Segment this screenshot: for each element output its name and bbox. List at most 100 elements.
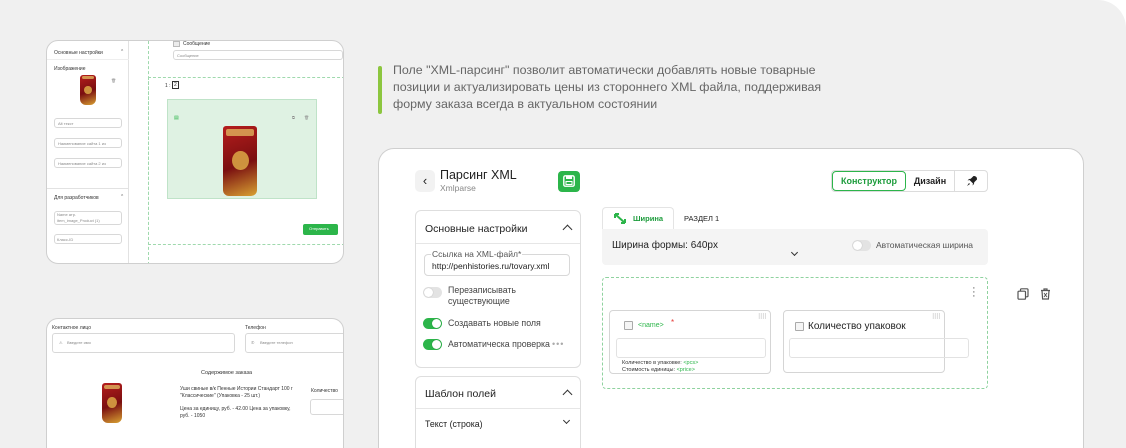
field-card-name[interactable]: ⠿⠿ <name> * Количество в упаковке: <pcs>… bbox=[609, 310, 771, 374]
thumb-input-3-placeholder: Наименование сайта 2 из bbox=[58, 161, 106, 166]
thumb-divider bbox=[47, 59, 129, 60]
more-dots-icon[interactable]: ••• bbox=[552, 339, 564, 349]
mode-switch: Конструктор Дизайн bbox=[831, 170, 988, 192]
page-subtitle: Xmlparse bbox=[440, 183, 476, 193]
tab-width[interactable]: Ширина bbox=[602, 207, 674, 229]
thumb2-contact-label: Контактное лицо bbox=[52, 325, 92, 331]
thumb-submit-label: Отправить bbox=[309, 226, 329, 231]
xml-url-value: http://penhistories.ru/tovary.xml bbox=[432, 261, 550, 271]
unit-price-value: <price> bbox=[676, 367, 695, 373]
kebab-menu-icon[interactable]: · · · bbox=[972, 283, 976, 302]
thumb2-qty-input bbox=[310, 399, 343, 415]
mode-constructor-button[interactable]: Конструктор bbox=[832, 171, 906, 191]
save-icon bbox=[563, 175, 575, 187]
preview-thumbnail-order: Контактное лицо ⚠ Введите имя Телефон ✆ … bbox=[46, 318, 344, 448]
thumb2-order-title: Содержимое заказа bbox=[201, 370, 253, 376]
form-width-bar: Ширина формы: 640px Автоматическая ширин… bbox=[602, 229, 988, 265]
required-mark: * bbox=[671, 318, 675, 327]
thumb-input-2-placeholder: Наименование сайта 1 из bbox=[58, 141, 106, 146]
thumb-dev-text-1: Name атр. bbox=[57, 212, 77, 217]
info-text: Поле "XML-парсинг" позволит автоматическ… bbox=[393, 63, 822, 111]
template-divider bbox=[416, 408, 580, 409]
template-card-title: Шаблон полей bbox=[425, 388, 496, 400]
pack-count-row: Количество в упаковке: <pcs> bbox=[622, 360, 698, 366]
auto-width-toggle[interactable] bbox=[852, 240, 871, 251]
drag-handle-icon[interactable]: ⠿⠿ bbox=[758, 313, 767, 321]
thumb-copy-icon: ⧉ bbox=[292, 115, 295, 120]
page-title: Парсинг XML bbox=[440, 168, 517, 182]
thumb-trash-icon-2: 🗑 bbox=[304, 115, 310, 120]
pack-count-value: <pcs> bbox=[683, 360, 699, 366]
auto-width-label: Автоматическая ширина bbox=[876, 240, 974, 250]
thumb2-product-image bbox=[102, 383, 122, 423]
thumb-message-placeholder: Сообщение bbox=[177, 53, 199, 58]
thumb-message-label: Сообщение bbox=[183, 41, 211, 47]
thumb-pager-value: 2 bbox=[172, 81, 179, 89]
thumb-pager-label: 1 : bbox=[165, 83, 171, 89]
image-icon bbox=[624, 321, 633, 330]
field-card-qty[interactable]: ⠿⠿ Количество упаковок bbox=[783, 310, 969, 373]
thumb-chevron-up-icon-2: ⌃ bbox=[120, 194, 125, 200]
name-field-input[interactable] bbox=[616, 338, 766, 358]
auto-check-toggle[interactable] bbox=[423, 339, 442, 350]
template-card: Шаблон полей Текст (строка) bbox=[415, 376, 581, 448]
rocket-button[interactable] bbox=[954, 171, 988, 191]
thumb2-phone-placeholder: Введите телефон bbox=[260, 340, 293, 345]
rocket-icon bbox=[966, 176, 977, 186]
thumb-image-icon: ▤ bbox=[174, 115, 179, 121]
chevron-left-icon: ‹ bbox=[422, 173, 428, 188]
image-icon-2 bbox=[795, 322, 804, 331]
name-field-label: <name> bbox=[638, 322, 664, 329]
mode-design-button[interactable]: Дизайн bbox=[908, 171, 952, 191]
info-accent-bar bbox=[378, 66, 382, 114]
tab-section-1[interactable]: РАЗДЕЛ 1 bbox=[684, 214, 719, 223]
chevron-down-icon[interactable] bbox=[562, 416, 571, 425]
overwrite-label: Перезаписывать существующие bbox=[448, 285, 517, 306]
preview-thumbnail-settings: Основные настройки ⌃ Изображение 🗑 Alt т… bbox=[46, 40, 344, 264]
settings-card-title: Основные настройки bbox=[425, 223, 528, 235]
width-chevron-down-icon[interactable] bbox=[790, 248, 799, 257]
background-canvas: Основные настройки ⌃ Изображение 🗑 Alt т… bbox=[0, 0, 1126, 448]
template-selected[interactable]: Текст (строка) bbox=[425, 419, 483, 430]
auto-check-label: Автоматическа проверка bbox=[448, 339, 550, 349]
save-button[interactable] bbox=[558, 171, 580, 192]
thumb2-user-icon: ⚠ bbox=[59, 340, 63, 345]
overwrite-toggle[interactable] bbox=[423, 287, 442, 298]
create-new-label: Создавать новые поля bbox=[448, 318, 541, 328]
copy-icon[interactable] bbox=[1017, 288, 1029, 300]
form-width-label: Ширина формы: 640px bbox=[612, 240, 718, 251]
tab-width-label: Ширина bbox=[633, 214, 664, 223]
product-image bbox=[80, 75, 96, 105]
thumb-input-1-placeholder: Alt текст bbox=[58, 121, 74, 126]
thumb2-phone-label: Телефон bbox=[245, 325, 266, 331]
tab-row: Ширина РАЗДЕЛ 1 bbox=[602, 207, 988, 229]
pack-count-label: Количество в упаковке: bbox=[622, 360, 682, 366]
thumb-product-image bbox=[223, 126, 257, 196]
resize-icon bbox=[614, 213, 626, 224]
thumb-dev-text-2: item_image_Product (1) bbox=[57, 218, 100, 223]
thumb-trash-icon: 🗑 bbox=[111, 78, 117, 83]
chevron-up-icon[interactable] bbox=[562, 224, 573, 235]
back-button[interactable]: ‹ bbox=[415, 170, 435, 192]
thumb2-price-line: Цена за единицу, руб. - 42.00 Цена за уп… bbox=[180, 406, 291, 419]
thumb-dev-text-3: Класс-ID bbox=[57, 237, 74, 242]
create-new-toggle[interactable] bbox=[423, 318, 442, 329]
trash-icon[interactable] bbox=[1040, 288, 1051, 300]
thumb-selected-image: ▤ ⧉ 🗑 bbox=[167, 99, 317, 199]
thumb-image-label: Изображение bbox=[54, 66, 86, 72]
thumb2-phone-icon: ✆ bbox=[251, 340, 255, 345]
unit-price-row: Стоимость единицы: <price> bbox=[622, 367, 695, 373]
unit-price-label: Стоимость единицы: bbox=[622, 367, 676, 373]
thumb-submit-button: Отправить bbox=[303, 224, 338, 235]
xml-url-label: Ссылка на XML-файл* bbox=[431, 249, 523, 259]
chevron-up-icon-template[interactable] bbox=[562, 389, 573, 400]
drag-handle-icon-2[interactable]: ⠿⠿ bbox=[932, 313, 941, 321]
thumb2-qty-label: Количество bbox=[311, 388, 338, 394]
thumb-section-dev: Для разработчиков bbox=[54, 195, 99, 201]
thumb-divider-2 bbox=[47, 188, 129, 189]
qty-pack-input[interactable] bbox=[789, 338, 969, 358]
thumb2-contact-placeholder: Введите имя bbox=[67, 340, 91, 345]
thumb-section-main: Основные настройки bbox=[54, 50, 103, 56]
thumb2-item-desc: Уши свиные в/к Пенные Истории Стандарт 1… bbox=[180, 386, 293, 399]
thumb-checkbox bbox=[173, 41, 180, 47]
